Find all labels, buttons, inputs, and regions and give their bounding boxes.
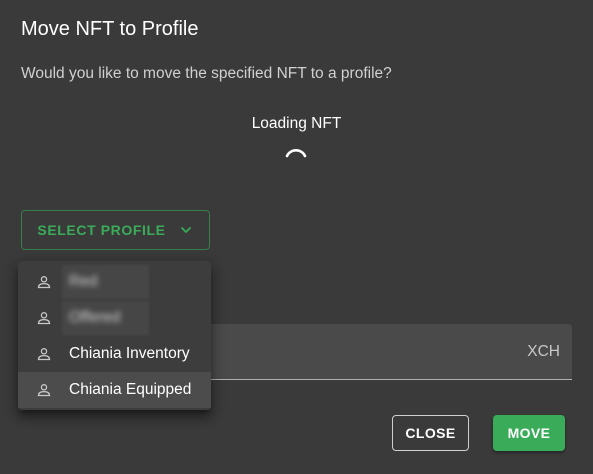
profile-menu-label: Red	[69, 273, 98, 290]
person-icon	[37, 384, 51, 397]
fee-unit-label: XCH	[527, 343, 560, 360]
select-profile-label: SELECT PROFILE	[37, 222, 166, 238]
person-icon	[37, 348, 51, 361]
close-button[interactable]: CLOSE	[392, 415, 469, 451]
move-button[interactable]: MOVE	[493, 415, 565, 451]
select-profile-button[interactable]: SELECT PROFILE	[21, 210, 210, 250]
profile-menu-item[interactable]: Chiania Equipped	[18, 372, 211, 408]
profile-menu-item[interactable]: Offered	[18, 300, 211, 336]
dialog-title: Move NFT to Profile	[21, 18, 199, 40]
loading-spinner-icon	[285, 149, 307, 158]
chevron-down-icon	[180, 227, 191, 233]
profile-menu-item[interactable]: Red	[18, 264, 211, 300]
profile-menu-label: Chiania Equipped	[69, 381, 192, 398]
person-icon	[37, 312, 51, 325]
profile-menu-item[interactable]: Chiania Inventory	[18, 336, 211, 372]
profile-menu-label: Chiania Inventory	[69, 345, 190, 362]
loading-label: Loading NFT	[251, 115, 342, 132]
dialog-description: Would you like to move the specified NFT…	[21, 65, 392, 82]
profile-menu: Red Offered Chiania Inventory Chiania Eq…	[18, 261, 211, 410]
profile-menu-label: Offered	[69, 309, 121, 326]
person-icon	[37, 276, 51, 289]
